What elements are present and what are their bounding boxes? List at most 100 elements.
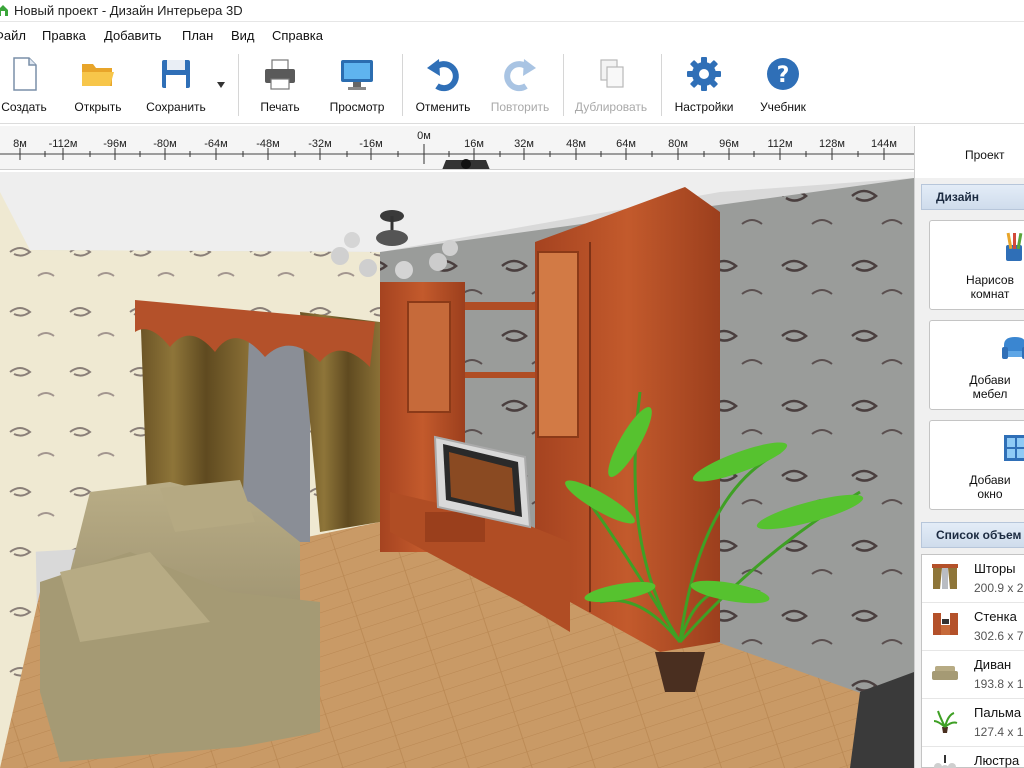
title-bar: Новый проект - Дизайн Интерьера 3D xyxy=(0,0,1024,22)
print-label: Печать xyxy=(260,100,300,114)
preview-label: Просмотр xyxy=(329,100,385,114)
window-icon xyxy=(1004,435,1024,461)
ruler-tick-label: -80м xyxy=(153,138,177,150)
open-label: Открыть xyxy=(74,100,122,114)
duplicate-label: Дублировать xyxy=(574,100,648,114)
tab-project[interactable]: Проект xyxy=(915,126,1024,178)
settings-label: Настройки xyxy=(674,100,734,114)
preview-button[interactable]: Просмотр xyxy=(322,48,392,120)
curtains-thumbnail xyxy=(932,564,958,589)
redo-button[interactable]: Повторить xyxy=(484,48,556,120)
window-title: Новый проект - Дизайн Интерьера 3D xyxy=(14,3,243,18)
add-window-label-line2: окно xyxy=(977,487,1003,501)
svg-text:?: ? xyxy=(777,63,790,88)
save-dropdown[interactable] xyxy=(214,48,228,120)
add-furniture-label: Добави мебел xyxy=(930,373,1024,401)
objects-list[interactable]: Шторы 200.9 х 2 Стенка 302.6 х 7 Диван 1… xyxy=(921,554,1024,768)
armchair-icon xyxy=(1002,337,1024,359)
undo-button[interactable]: Отменить xyxy=(410,48,476,120)
pencils-icon xyxy=(1006,232,1023,261)
list-item[interactable]: Диван 193.8 х 1 xyxy=(922,651,1024,699)
objects-section-header[interactable]: Список объем xyxy=(921,522,1024,548)
toolbar-separator xyxy=(402,54,403,116)
ruler-tick-label: 48м xyxy=(566,138,586,150)
object-size: 127.4 х 1 xyxy=(974,725,1024,739)
chandelier-thumbnail xyxy=(934,755,956,768)
save-label: Сохранить xyxy=(146,100,206,114)
draw-room-label-line2: комнат xyxy=(970,287,1010,301)
ruler-tick-label: 64м xyxy=(616,138,636,150)
object-name: Диван xyxy=(974,657,1012,672)
menu-plan[interactable]: План xyxy=(182,28,213,43)
list-item[interactable]: Люстра xyxy=(922,747,1024,768)
toolbar-separator xyxy=(238,54,239,116)
list-item[interactable]: Пальма 127.4 х 1 xyxy=(922,699,1024,747)
add-window-button[interactable]: Добави окно xyxy=(929,420,1024,510)
add-furniture-label-line2: мебел xyxy=(972,387,1008,401)
toolbar-separator xyxy=(661,54,662,116)
list-item[interactable]: Шторы 200.9 х 2 xyxy=(922,555,1024,603)
monitor-icon xyxy=(341,60,373,90)
wall-unit-thumbnail xyxy=(933,613,958,635)
create-button[interactable]: Создать xyxy=(0,48,54,120)
sofa-thumbnail xyxy=(932,666,958,680)
add-furniture-label-line1: Добави xyxy=(969,373,1011,387)
ruler-tick-label: 16м xyxy=(464,138,484,150)
menu-help[interactable]: Справка xyxy=(272,28,323,43)
toolbar: Создать Открыть Сохранить Печать Просмот… xyxy=(0,48,1024,124)
floppy-disk-icon xyxy=(162,60,190,88)
tutorial-button[interactable]: ? Учебник xyxy=(748,48,818,120)
ruler-tick-label: -96м xyxy=(103,138,127,150)
object-name: Пальма xyxy=(974,705,1022,720)
add-window-label-line1: Добави xyxy=(969,473,1011,487)
redo-icon xyxy=(504,59,536,92)
ruler[interactable]: 8м -112м -96м -80м -64м -48м -32м -16м 0… xyxy=(0,126,914,170)
ruler-tick-label: -48м xyxy=(256,138,280,150)
design-section-title: Дизайн xyxy=(936,190,980,204)
draw-room-button[interactable]: Нарисов комнат xyxy=(929,220,1024,310)
printer-icon xyxy=(265,59,295,90)
list-item[interactable]: Стенка 302.6 х 7 xyxy=(922,603,1024,651)
folder-icon xyxy=(82,64,114,86)
help-icon: ? xyxy=(767,58,799,90)
objects-section-title: Список объем xyxy=(936,528,1022,542)
menu-edit[interactable]: Правка xyxy=(42,28,86,43)
menu-bar: Файл Правка Добавить План Вид Справка xyxy=(0,24,1024,46)
ruler-tick-label: 128м xyxy=(819,138,845,150)
menu-file[interactable]: Файл xyxy=(0,28,26,43)
add-window-label: Добави окно xyxy=(930,473,1024,501)
undo-label: Отменить xyxy=(415,100,471,114)
tutorial-label: Учебник xyxy=(760,100,806,114)
create-label: Создать xyxy=(1,100,47,114)
toolbar-separator xyxy=(563,54,564,116)
new-document-icon xyxy=(13,57,37,91)
right-panel: Проект Дизайн Нарисов комнат Добави мебе… xyxy=(914,126,1024,768)
open-button[interactable]: Открыть xyxy=(66,48,130,120)
palm-thumbnail xyxy=(933,710,958,733)
ruler-tick-label: 80м xyxy=(668,138,688,150)
menu-view[interactable]: Вид xyxy=(231,28,255,43)
ruler-tick-label: 32м xyxy=(514,138,534,150)
object-name: Шторы xyxy=(974,561,1016,576)
ruler-tick-label: -16м xyxy=(359,138,383,150)
save-button[interactable]: Сохранить xyxy=(140,48,212,120)
object-size: 302.6 х 7 xyxy=(974,629,1024,643)
settings-button[interactable]: Настройки xyxy=(666,48,742,120)
menu-add[interactable]: Добавить xyxy=(104,28,161,43)
duplicate-button[interactable]: Дублировать xyxy=(566,48,656,120)
print-button[interactable]: Печать xyxy=(250,48,310,120)
object-size: 193.8 х 1 xyxy=(974,677,1024,691)
redo-label: Повторить xyxy=(490,100,550,114)
draw-room-label-line1: Нарисов xyxy=(966,273,1014,287)
ruler-tick-label: -32м xyxy=(308,138,332,150)
ruler-tick-label: 112м xyxy=(767,138,793,150)
3d-view[interactable] xyxy=(0,172,914,768)
object-size: 200.9 х 2 xyxy=(974,581,1024,595)
object-name: Стенка xyxy=(974,609,1017,624)
chevron-down-icon xyxy=(217,82,225,88)
design-section-header[interactable]: Дизайн xyxy=(921,184,1024,210)
3d-room-render xyxy=(0,172,914,768)
object-name: Люстра xyxy=(974,753,1020,768)
app-icon xyxy=(0,5,8,16)
add-furniture-button[interactable]: Добави мебел xyxy=(929,320,1024,410)
